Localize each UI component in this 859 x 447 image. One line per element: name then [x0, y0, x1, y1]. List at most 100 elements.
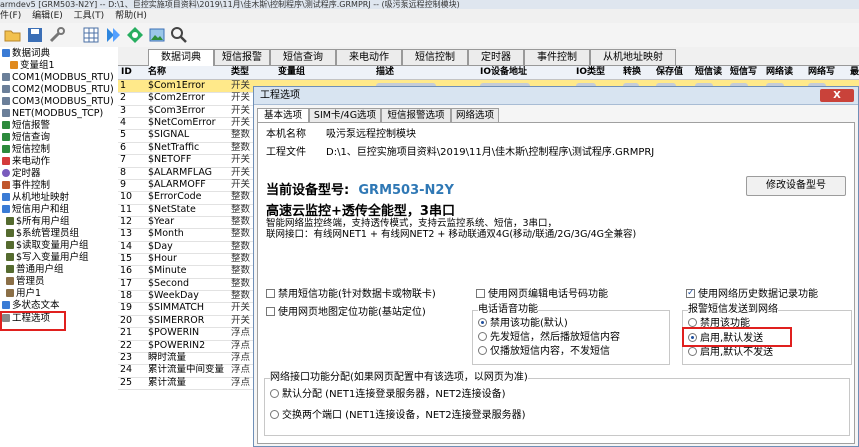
tree-item-sms-alarm[interactable]: 短信报警: [2, 120, 50, 132]
device-headline: 高速云监控+透传全能型，3串口: [266, 204, 455, 219]
cell-type: 开关: [231, 154, 251, 166]
tree-item-timer[interactable]: 定时器: [2, 168, 41, 180]
wrench-icon[interactable]: [48, 26, 66, 44]
tree-item-sms-users[interactable]: 短信用户和组: [2, 204, 69, 216]
tree-item-user1[interactable]: 用户1: [6, 288, 41, 300]
tree-item-incoming-call[interactable]: 来电动作: [2, 156, 50, 168]
col-type[interactable]: 类型: [231, 66, 249, 79]
voice-opt-play-only[interactable]: 仅播放短信内容，不发短信: [478, 346, 610, 358]
col-io-type[interactable]: IO类型: [576, 66, 605, 79]
tab-sms-query[interactable]: 短信查询: [270, 49, 336, 65]
menu-help[interactable]: 帮助(H): [115, 11, 147, 21]
tab-sms-alarm-options[interactable]: 短信报警选项: [381, 108, 451, 122]
group-icon: [6, 217, 14, 225]
cell-type: 浮点: [231, 376, 251, 388]
web-map-checkbox[interactable]: 使用网页地图定位功能(基站定位): [266, 307, 426, 319]
open-folder-icon[interactable]: [4, 26, 22, 44]
cell-id: 16: [120, 265, 133, 277]
tree-item-slave-map[interactable]: 从机地址映射: [2, 192, 69, 204]
window-title: armdev5 [GRM503-N2Y] -- D:\1、巨控实施项目资料\20…: [0, 0, 859, 9]
close-button[interactable]: X: [820, 89, 854, 102]
tab-sim-4g[interactable]: SIM卡/4G选项: [309, 108, 381, 122]
run-icon[interactable]: [104, 26, 122, 44]
menu-tools[interactable]: 工具(T): [74, 11, 105, 21]
project-name-value[interactable]: 吸污泵远程控制模块: [326, 128, 416, 142]
disable-sms-checkbox[interactable]: 禁用短信功能(针对数据卡或物联卡): [266, 289, 436, 301]
col-sms-read[interactable]: 短信读: [695, 66, 722, 79]
cell-type: 浮点: [231, 351, 251, 363]
col-id[interactable]: ID: [121, 66, 132, 79]
online-icon[interactable]: [126, 26, 144, 44]
menu-edit[interactable]: 编辑(E): [32, 11, 63, 21]
history-checkbox[interactable]: 使用网络历史数据记录功能: [686, 287, 818, 301]
cell-id: 9: [120, 178, 127, 190]
cell-id: 18: [120, 290, 133, 302]
net-alloc-swap[interactable]: 交换两个端口 (NET1连接设备，NET2连接登录服务器): [270, 410, 526, 422]
alarm-opt-label: 启用,默认不发送: [700, 347, 774, 358]
tree-item-admin-group[interactable]: $系统管理员组: [6, 228, 79, 240]
tab-sms-control[interactable]: 短信控制: [402, 49, 468, 65]
network-icon: [2, 109, 10, 117]
col-sms-write[interactable]: 短信写: [730, 66, 757, 79]
image-icon[interactable]: [148, 26, 166, 44]
tab-basic[interactable]: 基本选项: [257, 108, 309, 123]
device-model: GRM503-N2Y: [358, 183, 454, 198]
col-desc[interactable]: 描述: [376, 66, 394, 79]
col-net-write[interactable]: 网络写: [808, 66, 835, 79]
net-alloc-default[interactable]: 默认分配 (NET1连接登录服务器，NET2连接设备): [270, 389, 506, 401]
tree-label: 短信查询: [12, 132, 51, 143]
col-save[interactable]: 保存值: [656, 66, 683, 79]
cell-type: 开关: [231, 104, 251, 116]
radio-icon: [688, 318, 697, 327]
change-model-button[interactable]: 修改设备型号: [746, 176, 846, 196]
tree-item-com1[interactable]: COM1(MODBUS_RTU): [2, 72, 114, 84]
tree-item-read-group[interactable]: $读取变量用户组: [6, 240, 89, 252]
web-phone-checkbox[interactable]: 使用网页编辑电话号码功能: [476, 289, 608, 301]
save-icon[interactable]: [26, 26, 44, 44]
tree-item-data-dictionary[interactable]: 数据词典: [2, 48, 50, 60]
tree-item-normal-group[interactable]: 普通用户组: [6, 264, 64, 276]
tree-item-com3[interactable]: COM3(MODBUS_RTU): [2, 96, 114, 108]
col-name[interactable]: 名称: [148, 66, 166, 79]
tab-sms-alarm[interactable]: 短信报警: [214, 49, 270, 65]
tab-network-options[interactable]: 网络选项: [451, 108, 499, 122]
alarm-opt-enable-nosend[interactable]: 启用,默认不发送: [688, 347, 773, 359]
project-file-value: D:\1、巨控实施项目资料\2019\11月\佳木斯\控制程序\测试程序.GRM…: [326, 147, 655, 158]
tree-item-net[interactable]: NET(MODBUS_TCP): [2, 108, 103, 120]
tab-event-control[interactable]: 事件控制: [524, 49, 590, 65]
menu-file[interactable]: 件(F): [0, 11, 21, 21]
col-io-addr[interactable]: IO设备地址: [480, 66, 527, 79]
tree-item-write-group[interactable]: $写入变量用户组: [6, 252, 89, 264]
tab-incoming-call[interactable]: 来电动作: [336, 49, 402, 65]
cell-id: 10: [120, 191, 133, 203]
tree-item-admin[interactable]: 管理员: [6, 276, 45, 288]
col-max[interactable]: 最: [850, 66, 859, 79]
voice-opt-disable[interactable]: 禁用该功能(默认): [478, 318, 568, 330]
col-net-read[interactable]: 网络读: [766, 66, 793, 79]
radio-icon: [270, 389, 279, 398]
map-icon: [2, 193, 10, 201]
tree-item-all-users[interactable]: $所有用户组: [6, 216, 70, 228]
cell-name: $Com1Error: [148, 80, 205, 91]
tab-data-dictionary[interactable]: 数据词典: [148, 49, 214, 66]
tree-item-var-group1[interactable]: 变量组1: [10, 60, 55, 72]
cell-name: $Month: [148, 228, 184, 240]
grid-icon[interactable]: [82, 26, 100, 44]
cell-name: $NETOFF: [148, 154, 192, 166]
tab-timer[interactable]: 定时器: [468, 49, 524, 65]
voice-opt-label: 仅播放短信内容，不发短信: [490, 346, 610, 357]
close-icon: X: [833, 90, 841, 101]
tree-item-sms-control[interactable]: 短信控制: [2, 144, 50, 156]
cell-type: 整数: [231, 265, 251, 277]
dialog-titlebar[interactable]: 工程选项 X: [254, 87, 858, 105]
cell-name: $POWERIN2: [148, 339, 206, 351]
col-convert[interactable]: 转换: [623, 66, 641, 79]
tree-item-sms-query[interactable]: 短信查询: [2, 132, 50, 144]
tree-item-event-control[interactable]: 事件控制: [2, 180, 50, 192]
voice-opt-sms-then-play[interactable]: 先发短信，然后播放短信内容: [478, 332, 620, 344]
search-icon[interactable]: [170, 26, 188, 44]
tree-label: COM3(MODBUS_RTU): [12, 96, 114, 107]
tree-item-com2[interactable]: COM2(MODBUS_RTU): [2, 84, 114, 96]
col-var-group[interactable]: 变量组: [278, 66, 305, 79]
tab-slave-map[interactable]: 从机地址映射: [590, 49, 676, 65]
